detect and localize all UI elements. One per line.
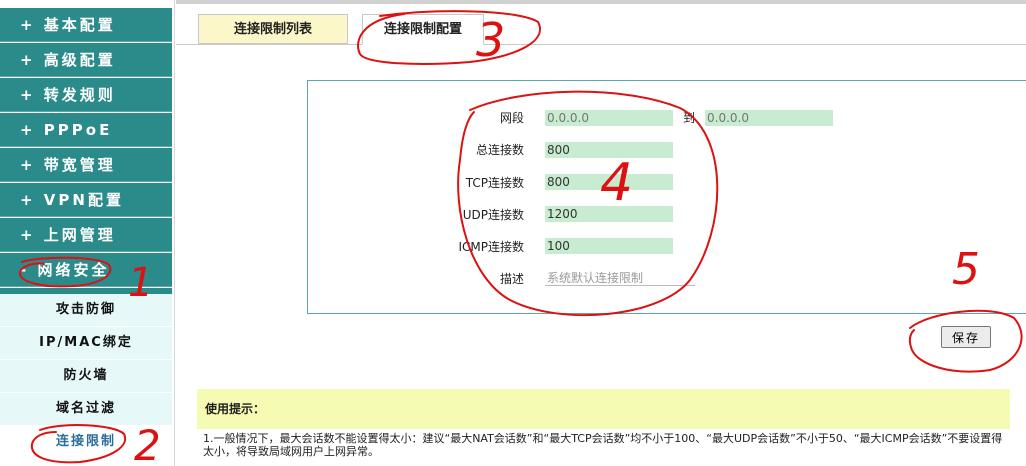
nav-network-security[interactable]: - 网络安全 [0, 253, 172, 287]
nav-internet-management[interactable]: + 上网管理 [0, 218, 172, 252]
segment-end-input[interactable] [705, 110, 833, 126]
description-label: 描述 [499, 272, 524, 286]
tcp-connections-label: TCP连接数 [465, 176, 524, 190]
sidebar: + 基本配置 + 高级配置 + 转发规则 + PPPoE + 带宽管理 + VP… [0, 0, 175, 466]
udp-connections-label: UDP连接数 [462, 208, 524, 222]
nav-vpn[interactable]: + VPN配置 [0, 183, 172, 217]
tips-text: 1.一般情况下，最大会话数不能设置得太小：建议“最大NAT会话数”和“最大TCP… [203, 432, 1003, 458]
nav-advanced-config[interactable]: + 高级配置 [0, 43, 172, 77]
total-connections-input[interactable] [545, 142, 673, 158]
nav-pppoe[interactable]: + PPPoE [0, 113, 172, 147]
tcp-connections-input[interactable] [545, 174, 673, 190]
tab-connection-limit-config[interactable]: 连接限制配置 [362, 14, 484, 45]
description-input[interactable] [545, 270, 695, 286]
nav-basic-config[interactable]: + 基本配置 [0, 8, 172, 42]
udp-connections-input[interactable] [545, 206, 673, 222]
icmp-connections-label: ICMP连接数 [458, 240, 524, 254]
save-button[interactable]: 保存 [941, 326, 991, 348]
subnav-ip-mac-binding[interactable]: IP/MAC绑定 [0, 327, 172, 360]
tab-connection-limit-list[interactable]: 连接限制列表 [198, 14, 348, 44]
subnav-domain-filter[interactable]: 域名过滤 [0, 393, 172, 426]
config-panel: 网段 到 总连接数 TCP连接数 UDP连接数 ICMP连接数 描述 [307, 80, 1026, 314]
total-connections-label: 总连接数 [475, 143, 524, 157]
segment-label: 网段 [499, 111, 524, 125]
top-strip [176, 0, 1026, 4]
subnav-connection-limit[interactable]: 连接限制 [0, 426, 172, 459]
tips-title: 使用提示： [197, 389, 1010, 429]
icmp-connections-input[interactable] [545, 238, 673, 254]
nav-forwarding-rules[interactable]: + 转发规则 [0, 78, 172, 112]
to-label: 到 [683, 111, 696, 125]
nav-bandwidth[interactable]: + 带宽管理 [0, 148, 172, 182]
subnav-attack-defense[interactable]: 攻击防御 [0, 294, 172, 327]
segment-start-input[interactable] [545, 110, 673, 126]
subnav-firewall[interactable]: 防火墙 [0, 360, 172, 393]
